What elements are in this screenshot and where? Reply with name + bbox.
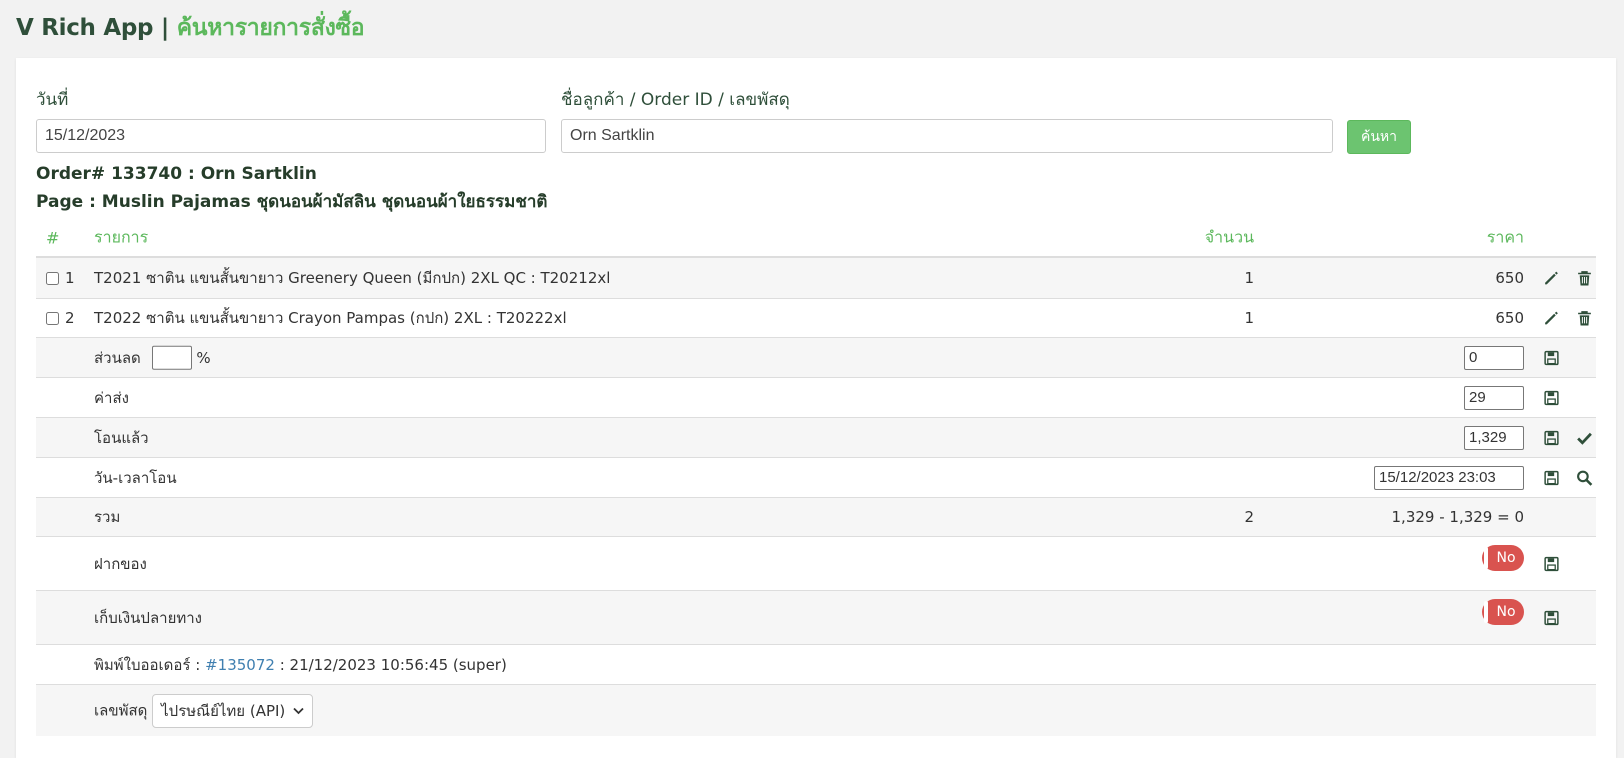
print-order-link[interactable]: #135072	[205, 656, 275, 674]
search-button[interactable]: ค้นหา	[1347, 120, 1411, 154]
edit-icon[interactable]	[1543, 270, 1560, 287]
transferred-value-input[interactable]	[1464, 425, 1524, 450]
total-qty: 2	[1244, 508, 1254, 526]
header-separator: |	[160, 15, 169, 41]
cod-label: เก็บเงินปลายทาง	[94, 608, 202, 627]
percent-sign: %	[196, 348, 211, 367]
item-name: T2022 ซาติน แขนสั้นขายาว Crayon Pampas (…	[94, 309, 567, 327]
transfer-time-wrap	[1374, 465, 1524, 490]
order-title: Order# 133740 : Orn Sartklin	[36, 164, 317, 184]
print-row: พิมพ์ใบออเดอร์ : #135072 : 21/12/2023 10…	[36, 644, 1596, 684]
row-select: 1	[46, 269, 75, 287]
date-label: วันที่	[36, 90, 69, 110]
app-name: V Rich App	[16, 15, 154, 41]
transfer-time-label: วัน-เวลาโอน	[94, 468, 177, 487]
discount-label: ส่วนลด	[94, 348, 141, 367]
shipping-row: ค่าส่ง	[36, 377, 1596, 417]
col-qty: จำนวน	[1204, 227, 1254, 247]
search-card: วันที่ ชื่อลูกค้า / Order ID / เลขพัสดุ …	[16, 58, 1616, 758]
order-table: # รายการ จำนวน ราคา 1 T2021 ซาติน แขนสั้…	[36, 220, 1596, 736]
deposit-toggle[interactable]: No	[1482, 545, 1524, 572]
edit-icon[interactable]	[1543, 310, 1560, 327]
query-input[interactable]	[561, 119, 1333, 153]
transfer-time-row: วัน-เวลาโอน	[36, 457, 1596, 497]
trash-icon[interactable]	[1576, 270, 1593, 287]
item-price: 650	[1495, 309, 1524, 327]
cod-row: เก็บเงินปลายทาง No	[36, 590, 1596, 644]
save-icon[interactable]	[1543, 469, 1560, 486]
order-page: Page : Muslin Pajamas ชุดนอนผ้ามัสลิน ชุ…	[36, 192, 548, 212]
search-icon[interactable]	[1576, 469, 1593, 486]
cod-toggle[interactable]: No	[1482, 599, 1524, 626]
tracking-group: เลขพัสดุ ไปรษณีย์ไทย (API)	[94, 693, 314, 728]
shipping-value-wrap	[1464, 385, 1524, 410]
shipping-value-input[interactable]	[1464, 385, 1524, 410]
table-header: # รายการ จำนวน ราคา	[36, 220, 1596, 258]
item-name: T2021 ซาติน แขนสั้นขายาว Greenery Queen …	[94, 269, 611, 287]
discount-row: ส่วนลด %	[36, 337, 1596, 377]
item-qty: 1	[1244, 309, 1254, 327]
table-row: 1 T2021 ซาติน แขนสั้นขายาว Greenery Quee…	[36, 258, 1596, 298]
table-row: 2 T2022 ซาติน แขนสั้นขายาว Crayon Pampas…	[36, 298, 1596, 337]
col-item: รายการ	[94, 227, 149, 247]
query-label: ชื่อลูกค้า / Order ID / เลขพัสดุ	[561, 90, 790, 110]
total-value: 1,329 - 1,329 = 0	[1391, 508, 1524, 526]
transferred-row: โอนแล้ว	[36, 417, 1596, 457]
print-detail: : 21/12/2023 10:56:45 (super)	[279, 655, 507, 674]
transfer-time-input[interactable]	[1374, 465, 1524, 490]
save-icon[interactable]	[1543, 555, 1560, 572]
check-icon[interactable]	[1576, 429, 1593, 446]
discount-value-input[interactable]	[1464, 345, 1524, 370]
tracking-provider-select[interactable]: ไปรษณีย์ไทย (API)	[152, 693, 314, 728]
discount-percent-input[interactable]	[151, 345, 192, 370]
item-price: 650	[1495, 269, 1524, 287]
row-checkbox[interactable]	[46, 272, 59, 285]
transferred-label: โอนแล้ว	[94, 428, 149, 447]
tracking-label: เลขพัสดุ	[94, 701, 148, 719]
row-select: 2	[46, 309, 75, 327]
row-checkbox[interactable]	[46, 312, 59, 325]
total-label: รวม	[94, 508, 121, 526]
cod-toggle-wrap: No	[1482, 599, 1524, 626]
tracking-row: เลขพัสดุ ไปรษณีย์ไทย (API)	[36, 684, 1596, 736]
print-label: พิมพ์ใบออเดอร์ :	[94, 655, 201, 674]
deposit-toggle-wrap: No	[1482, 545, 1524, 572]
deposit-label: ฝากของ	[94, 554, 147, 573]
page-title: ค้นหารายการสั่งซื้อ	[176, 15, 365, 41]
item-qty: 1	[1244, 269, 1254, 287]
col-num: #	[46, 228, 60, 248]
save-icon[interactable]	[1543, 349, 1560, 366]
shipping-label: ค่าส่ง	[94, 388, 129, 407]
discount-group: ส่วนลด %	[94, 345, 211, 370]
save-icon[interactable]	[1543, 389, 1560, 406]
chevron-down-icon	[293, 707, 304, 714]
deposit-row: ฝากของ No	[36, 536, 1596, 590]
print-info: พิมพ์ใบออเดอร์ : #135072 : 21/12/2023 10…	[94, 653, 507, 677]
total-row: รวม 2 1,329 - 1,329 = 0	[36, 497, 1596, 536]
discount-value-wrap	[1464, 345, 1524, 370]
row-number: 1	[65, 269, 75, 287]
col-price: ราคา	[1486, 227, 1524, 247]
date-input[interactable]	[36, 119, 546, 153]
trash-icon[interactable]	[1576, 310, 1593, 327]
save-icon[interactable]	[1543, 429, 1560, 446]
row-number: 2	[65, 309, 75, 327]
save-icon[interactable]	[1543, 609, 1560, 626]
page-header: V Rich App | ค้นหารายการสั่งซื้อ	[16, 10, 365, 46]
tracking-select-value: ไปรษณีย์ไทย (API)	[161, 701, 286, 720]
transferred-value-wrap	[1464, 425, 1524, 450]
